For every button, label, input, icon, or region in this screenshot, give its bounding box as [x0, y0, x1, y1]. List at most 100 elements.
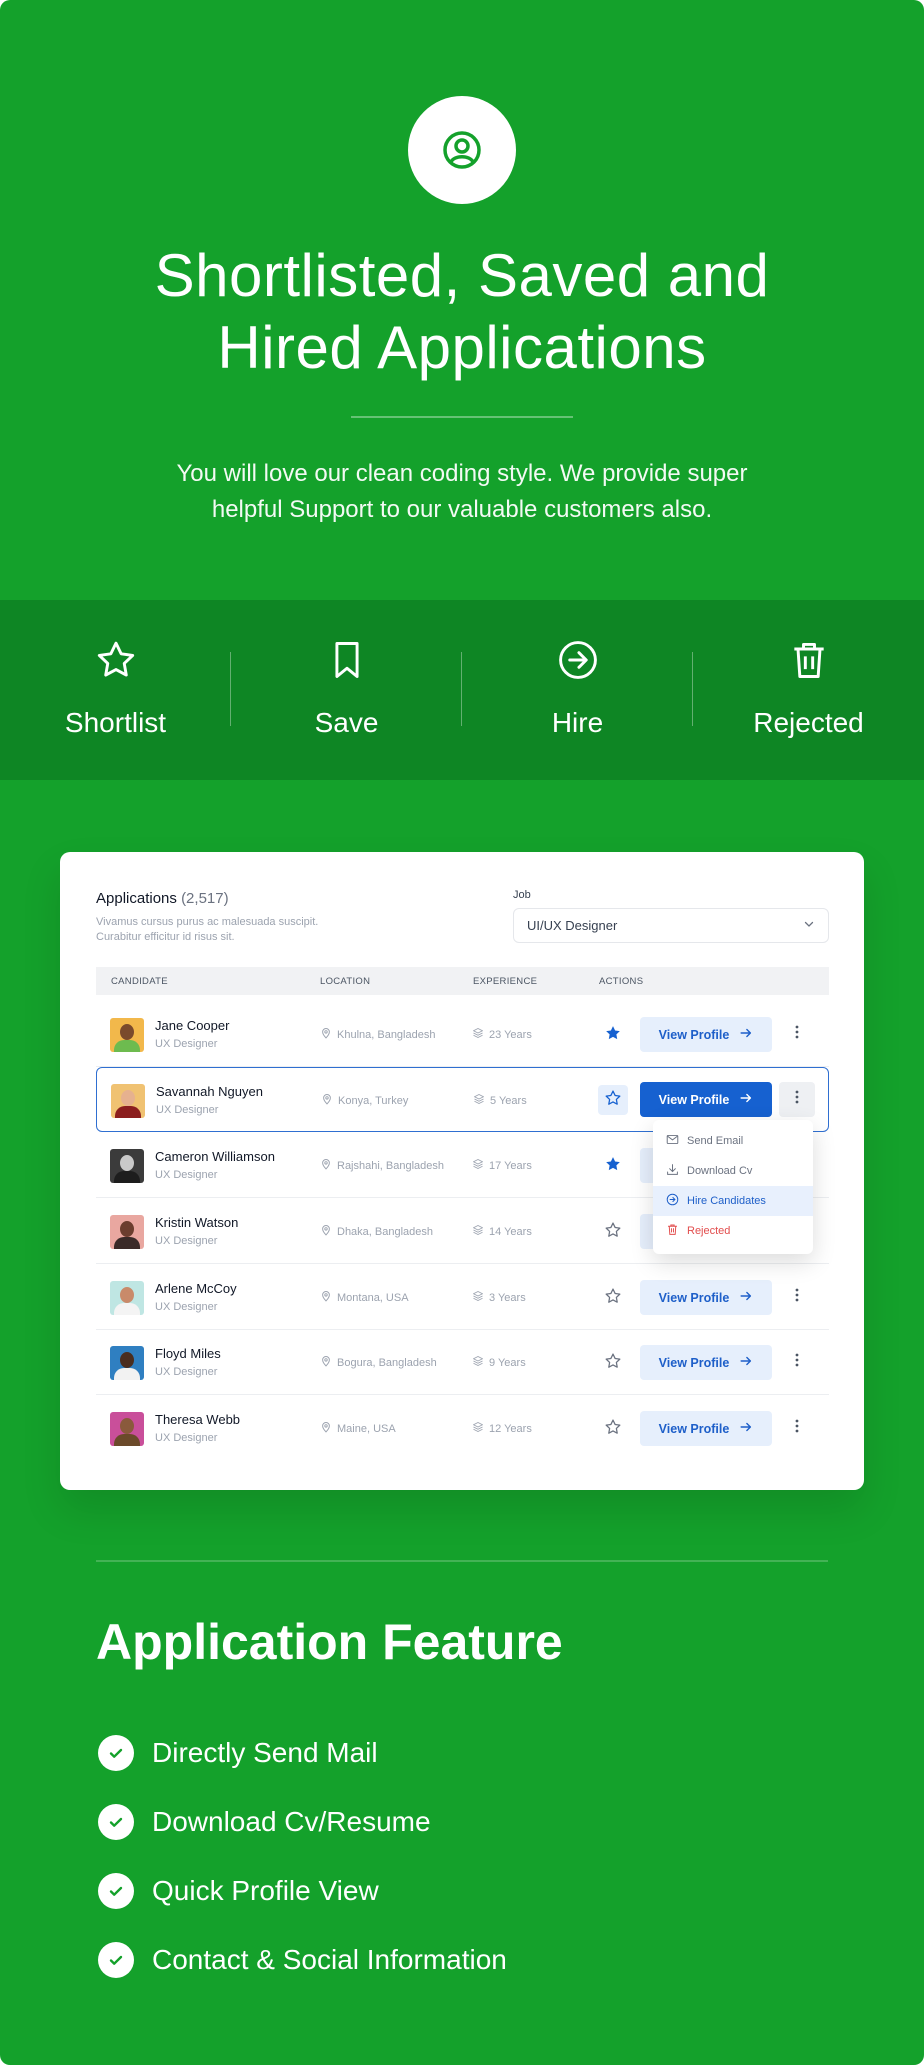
- arrow-right-icon: [739, 1026, 753, 1043]
- more-actions-button[interactable]: [779, 1411, 815, 1446]
- subtitle-line-1: You will love our clean coding style. We…: [176, 460, 748, 487]
- menu-item-send-email[interactable]: Send Email: [653, 1126, 813, 1156]
- view-profile-label: View Profile: [658, 1027, 730, 1042]
- subtitle-line-2: helpful Support to our valuable customer…: [211, 496, 713, 523]
- layers-icon: [472, 1158, 484, 1173]
- star-icon: [604, 1221, 622, 1244]
- more-vertical-icon: [795, 1419, 799, 1438]
- candidate-role: UX Designer: [156, 1104, 219, 1116]
- experience-text: 3 Years: [489, 1291, 526, 1304]
- candidate-role: UX Designer: [155, 1432, 218, 1444]
- arrow-right-icon: [739, 1091, 753, 1108]
- candidate-name[interactable]: Floyd Miles: [155, 1346, 221, 1361]
- download-icon: [666, 1163, 679, 1179]
- table-row: Arlene McCoy UX Designer Montana, USA 3 Yea…: [96, 1265, 829, 1330]
- menu-item-label: Rejected: [687, 1225, 731, 1237]
- view-profile-label: View Profile: [658, 1290, 730, 1305]
- check-circle-icon: [98, 1941, 134, 1978]
- section-divider: [96, 1560, 828, 1562]
- shortlist-star-button[interactable]: [598, 1348, 628, 1378]
- shortlist-star-button[interactable]: [598, 1020, 628, 1050]
- shortlist-star-button[interactable]: [598, 1414, 628, 1444]
- feature-text: Download Cv/Resume: [152, 1805, 431, 1837]
- shortlist-star-button[interactable]: [598, 1151, 628, 1181]
- candidate-role: UX Designer: [155, 1301, 218, 1313]
- bookmark-icon: [323, 636, 371, 684]
- candidate-experience: 3 Years: [472, 1290, 526, 1305]
- avatar: [110, 1281, 144, 1315]
- location-text: Bogura, Bangladesh: [337, 1356, 437, 1369]
- location-text: Montana, USA: [337, 1291, 409, 1304]
- candidate-name[interactable]: Cameron Williamson: [155, 1149, 275, 1164]
- arrow-right-icon: [739, 1420, 753, 1437]
- arrow-circle-icon: [554, 636, 602, 684]
- shortlist-star-button[interactable]: [598, 1085, 628, 1115]
- shortlist-star-button[interactable]: [598, 1217, 628, 1247]
- feature-text: Quick Profile View: [152, 1874, 379, 1906]
- layers-icon: [472, 1355, 484, 1370]
- check-circle-icon: [98, 1734, 134, 1771]
- chevron-down-icon: [803, 918, 815, 933]
- features-title: Application Feature: [96, 1614, 563, 1670]
- card-title-text: Applications: [96, 890, 177, 907]
- more-actions-button[interactable]: [779, 1017, 815, 1052]
- candidate-role: UX Designer: [155, 1366, 218, 1378]
- hero-subtitle: You will love our clean coding style. We…: [140, 456, 784, 528]
- experience-text: 23 Years: [489, 1028, 532, 1041]
- more-vertical-icon: [795, 1025, 799, 1044]
- map-pin-icon: [320, 1290, 332, 1305]
- candidate-name[interactable]: Savannah Nguyen: [156, 1084, 263, 1099]
- avatar: [110, 1018, 144, 1052]
- strip-label: Save: [314, 707, 379, 738]
- feature-item: Download Cv/Resume: [98, 1787, 507, 1856]
- experience-text: 5 Years: [490, 1094, 527, 1107]
- map-pin-icon: [321, 1093, 333, 1108]
- candidate-role: UX Designer: [155, 1235, 218, 1247]
- map-pin-icon: [320, 1027, 332, 1042]
- job-select[interactable]: UI/UX Designer: [513, 908, 829, 943]
- feature-item: Directly Send Mail: [98, 1718, 507, 1787]
- more-actions-button[interactable]: [779, 1082, 815, 1117]
- candidate-name[interactable]: Arlene McCoy: [155, 1281, 237, 1296]
- candidate-experience: 9 Years: [472, 1355, 526, 1370]
- view-profile-button[interactable]: View Profile: [640, 1017, 772, 1052]
- candidate-name[interactable]: Kristin Watson: [155, 1215, 238, 1230]
- star-icon: [604, 1418, 622, 1441]
- feature-text: Contact & Social Information: [152, 1943, 507, 1975]
- title-line-2: Hired Applications: [217, 314, 707, 381]
- view-profile-label: View Profile: [658, 1355, 730, 1370]
- layers-icon: [472, 1224, 484, 1239]
- view-profile-button[interactable]: View Profile: [640, 1345, 772, 1380]
- hero-section: Shortlisted, Saved and Hired Application…: [0, 0, 924, 600]
- view-profile-label: View Profile: [658, 1092, 730, 1107]
- candidate-location: Khulna, Bangladesh: [320, 1027, 435, 1042]
- table-header: CANDIDATE LOCATION EXPERIENCE ACTIONS: [96, 967, 829, 995]
- star-icon: [604, 1089, 622, 1112]
- strip-label: Shortlist: [64, 707, 167, 738]
- experience-text: 14 Years: [489, 1225, 532, 1238]
- view-profile-button[interactable]: View Profile: [640, 1280, 772, 1315]
- menu-item-rejected[interactable]: Rejected: [653, 1216, 813, 1246]
- location-text: Maine, USA: [337, 1422, 396, 1435]
- candidate-name[interactable]: Jane Cooper: [155, 1018, 229, 1033]
- avatar: [110, 1412, 144, 1446]
- more-actions-button[interactable]: [779, 1280, 815, 1315]
- page: Shortlisted, Saved and Hired Application…: [0, 0, 924, 2065]
- applications-count: (2,517): [181, 890, 229, 907]
- view-profile-button[interactable]: View Profile: [640, 1082, 772, 1117]
- map-pin-icon: [320, 1355, 332, 1370]
- experience-text: 12 Years: [489, 1422, 532, 1435]
- candidate-experience: 23 Years: [472, 1027, 532, 1042]
- menu-item-hire-candidates[interactable]: Hire Candidates: [653, 1186, 813, 1216]
- page-title: Shortlisted, Saved and Hired Application…: [0, 240, 924, 384]
- more-vertical-icon: [795, 1353, 799, 1372]
- view-profile-button[interactable]: View Profile: [640, 1411, 772, 1446]
- candidate-name[interactable]: Theresa Webb: [155, 1412, 240, 1427]
- shortlist-star-button[interactable]: [598, 1283, 628, 1313]
- candidate-experience: 17 Years: [472, 1158, 532, 1173]
- title-line-1: Shortlisted, Saved and: [154, 242, 770, 309]
- column-header: ACTIONS: [599, 976, 644, 987]
- map-pin-icon: [320, 1158, 332, 1173]
- menu-item-download-cv[interactable]: Download Cv: [653, 1156, 813, 1186]
- more-actions-button[interactable]: [779, 1345, 815, 1380]
